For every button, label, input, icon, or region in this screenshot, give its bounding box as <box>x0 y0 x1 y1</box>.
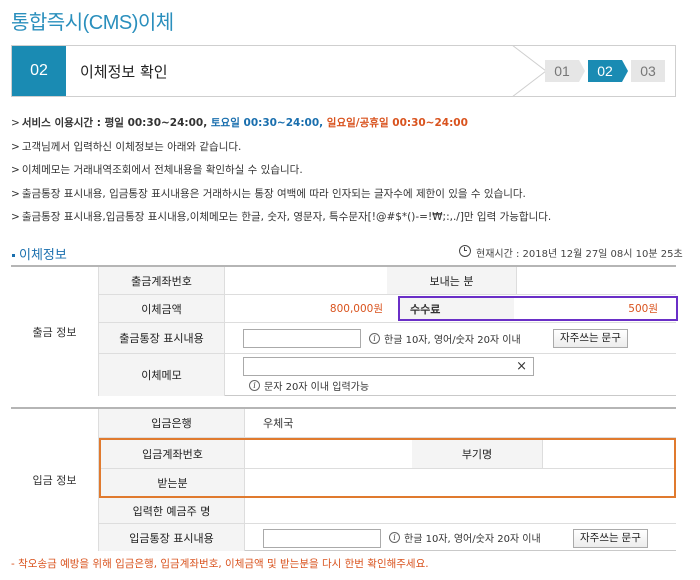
holder-name-label: 입력한 예금주 명 <box>99 498 244 523</box>
notice-list: > 서비스 이용시간 : 평일 00:30~24:00, 토요일 00:30~24… <box>11 116 691 234</box>
step-indicator: 02 이체정보 확인 01 02 03 <box>11 45 676 97</box>
current-step-label: 이체정보 확인 <box>80 63 168 81</box>
deposit-account-label: 입금계좌번호 <box>101 440 244 468</box>
withdraw-passbook-hint: i 한글 10자, 영어/숫자 20자 이내 <box>369 323 521 353</box>
deposit-frequent-phrase-button[interactable]: 자주쓰는 문구 <box>573 528 648 548</box>
fee-value: 500원 <box>628 303 658 315</box>
current-time: 현재시간 : 2018년 12월 27일 08시 10분 25초 <box>476 249 683 260</box>
amount-value: 800,000원 <box>329 303 383 315</box>
fee-highlight-box: 수수료 500원 <box>398 296 678 321</box>
info-icon: i <box>249 379 260 391</box>
clock-icon <box>459 245 471 257</box>
step-divider-icon <box>511 45 547 97</box>
deposit-table: 입금 정보 입금은행 우체국 입금계좌번호 부기명 받는분 입력한 예금주 명 … <box>11 407 676 551</box>
current-step-number: 02 <box>12 46 66 96</box>
deposit-bank-value: 우체국 <box>263 417 294 430</box>
memo-hint: i 문자 20자 이내 입력가능 <box>249 377 369 393</box>
deposit-bank-label: 입금은행 <box>99 409 244 437</box>
notice-line: > 고객님께서 입력하신 이체정보는 아래와 같습니다. <box>11 140 242 153</box>
table-row: 입금통장 표시내용 i 한글 10자, 영어/숫자 20자 이내 자주쓰는 문구 <box>99 524 676 551</box>
info-icon: i <box>389 532 400 543</box>
deposit-account-value <box>245 440 412 468</box>
notice-line: > 출금통장 표시내용, 입금통장 표시내용은 거래하시는 통장 여백에 따라 인… <box>11 187 526 200</box>
fee-label: 수수료 <box>400 298 514 319</box>
info-icon: i <box>369 332 380 344</box>
receiver-label: 받는분 <box>101 469 244 496</box>
withdraw-table: 출금 정보 출금계좌번호 보내는 분 이체금액 800,000원 수수료 500… <box>11 265 678 396</box>
step-pill-03: 03 <box>631 60 665 82</box>
withdraw-account-value <box>225 267 387 294</box>
table-row: 출금통장 표시내용 i 한글 10자, 영어/숫자 20자 이내 자주쓰는 문구 <box>99 323 676 354</box>
deposit-passbook-hint: i 한글 10자, 영어/숫자 20자 이내 <box>389 524 541 551</box>
fee-cell: 500원 <box>514 301 676 316</box>
table-row: 입금은행 우체국 <box>99 409 676 438</box>
sender-label: 보내는 분 <box>387 267 516 294</box>
withdraw-passbook-input[interactable] <box>243 328 361 348</box>
withdraw-frequent-phrase-button[interactable]: 자주쓰는 문구 <box>553 328 628 348</box>
amount-label: 이체금액 <box>99 295 224 322</box>
step-pill-arrow <box>622 60 628 82</box>
withdraw-passbook-label: 출금통장 표시내용 <box>99 323 224 353</box>
table-row: 이체메모 × i 문자 20자 이내 입력가능 <box>99 354 676 396</box>
extra-name-label: 부기명 <box>412 440 542 468</box>
memo-label: 이체메모 <box>99 354 224 396</box>
deposit-highlight-box: 입금계좌번호 부기명 받는분 <box>99 438 676 498</box>
memo-input[interactable]: × <box>243 357 534 376</box>
notice-line: > 출금통장 표시내용,입금통장 표시내용,이체메모는 한글, 숫자, 영문자, … <box>11 211 552 224</box>
deposit-group-label: 입금 정보 <box>11 409 99 551</box>
page-title: 통합즉시(CMS)이체 <box>11 12 174 34</box>
holder-name-value <box>245 498 676 523</box>
receiver-value <box>245 469 674 496</box>
withdraw-group-label: 출금 정보 <box>11 267 99 396</box>
sender-value <box>517 267 676 294</box>
deposit-passbook-input[interactable] <box>263 528 381 548</box>
clear-icon[interactable]: × <box>516 359 527 374</box>
table-row: 입력한 예금주 명 <box>99 498 676 524</box>
step-pill-01: 01 <box>545 60 579 82</box>
step-pill-02: 02 <box>588 60 622 82</box>
table-row: 이체금액 800,000원 수수료 500원 <box>99 295 678 323</box>
notice-line: > 이체메모는 거래내역조회에서 전체내용을 확인하실 수 있습니다. <box>11 164 303 177</box>
notice-service-hours: > 서비스 이용시간 : 평일 00:30~24:00, 토요일 00:30~24… <box>11 117 468 129</box>
deposit-passbook-label: 입금통장 표시내용 <box>99 524 244 551</box>
extra-name-value <box>543 440 674 468</box>
table-row: 출금계좌번호 보내는 분 <box>99 267 676 295</box>
withdraw-account-label: 출금계좌번호 <box>99 267 224 294</box>
footer-warning: - 착오송금 예방을 위해 입금은행, 입금계좌번호, 이체금액 및 받는분을 … <box>11 558 429 570</box>
step-sequence: 01 02 03 <box>545 60 665 82</box>
section-title: 이체정보 <box>12 244 67 263</box>
amount-cell: 800,000원 <box>225 295 383 322</box>
step-pill-arrow <box>579 60 585 82</box>
